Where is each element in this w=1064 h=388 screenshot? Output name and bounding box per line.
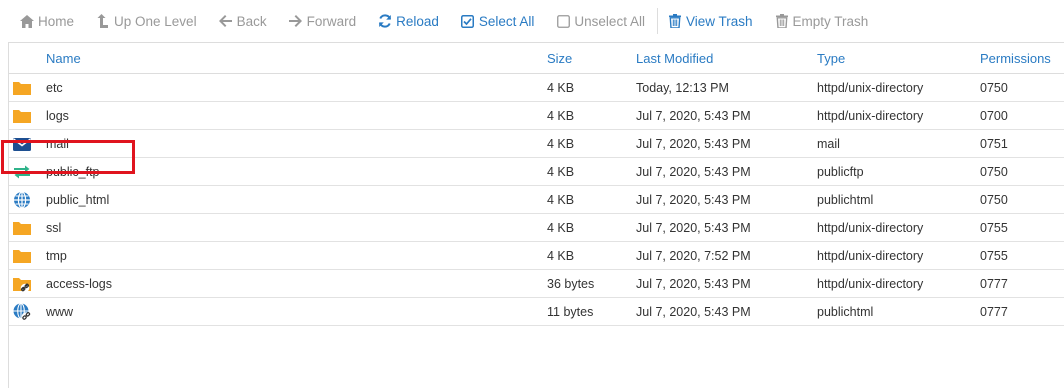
file-name: etc bbox=[46, 81, 63, 95]
home-label: Home bbox=[38, 13, 75, 29]
column-header-size[interactable]: Size bbox=[547, 51, 572, 66]
column-header-type[interactable]: Type bbox=[817, 51, 845, 66]
file-type: publichtml bbox=[817, 193, 874, 207]
globe-icon bbox=[12, 191, 32, 209]
checkbox-checked-icon bbox=[461, 14, 475, 28]
file-permissions[interactable]: 0700 bbox=[980, 109, 1008, 123]
file-last-modified: Jul 7, 2020, 5:43 PM bbox=[636, 305, 751, 319]
forward-button[interactable]: Forward bbox=[289, 9, 357, 33]
trash-icon bbox=[775, 14, 789, 28]
file-last-modified: Jul 7, 2020, 5:43 PM bbox=[636, 109, 751, 123]
file-permissions[interactable]: 0750 bbox=[980, 193, 1008, 207]
file-permissions[interactable]: 0755 bbox=[980, 221, 1008, 235]
file-last-modified: Jul 7, 2020, 5:43 PM bbox=[636, 165, 751, 179]
mail-icon bbox=[12, 135, 32, 153]
file-name: ssl bbox=[46, 221, 62, 235]
up-one-level-button[interactable]: Up One Level bbox=[96, 9, 197, 33]
arrow-left-icon bbox=[219, 14, 233, 28]
file-row[interactable]: access-logs 36 bytes Jul 7, 2020, 5:43 P… bbox=[9, 270, 1064, 298]
file-name: tmp bbox=[46, 249, 67, 263]
file-permissions[interactable]: 0755 bbox=[980, 249, 1008, 263]
file-type: httpd/unix-directory bbox=[817, 249, 924, 263]
forward-label: Forward bbox=[306, 13, 357, 29]
file-permissions[interactable]: 0751 bbox=[980, 137, 1008, 151]
file-last-modified: Jul 7, 2020, 5:43 PM bbox=[636, 221, 751, 235]
file-size: 4 KB bbox=[547, 249, 575, 263]
file-name: public_ftp bbox=[46, 165, 100, 179]
file-permissions[interactable]: 0750 bbox=[980, 165, 1008, 179]
file-type: publichtml bbox=[817, 305, 874, 319]
file-row[interactable]: logs 4 KB Jul 7, 2020, 5:43 PM httpd/uni… bbox=[9, 102, 1064, 130]
unselect-all-label: Unselect All bbox=[574, 13, 645, 29]
empty-trash-button[interactable]: Empty Trash bbox=[775, 9, 869, 33]
file-size: 36 bytes bbox=[547, 277, 595, 291]
file-size: 4 KB bbox=[547, 137, 575, 151]
folder-link-icon bbox=[12, 275, 32, 293]
file-size: 4 KB bbox=[547, 109, 575, 123]
file-last-modified: Jul 7, 2020, 7:52 PM bbox=[636, 249, 751, 263]
home-icon bbox=[20, 14, 34, 28]
file-type: publicftp bbox=[817, 165, 864, 179]
column-header-permissions[interactable]: Permissions bbox=[980, 51, 1051, 66]
file-type: httpd/unix-directory bbox=[817, 221, 924, 235]
file-row[interactable]: mail 4 KB Jul 7, 2020, 5:43 PM mail 0751 bbox=[9, 130, 1064, 158]
arrow-right-icon bbox=[289, 14, 303, 28]
view-trash-button[interactable]: View Trash bbox=[668, 9, 753, 33]
file-name: access-logs bbox=[46, 277, 112, 291]
toolbar-divider bbox=[656, 8, 658, 34]
file-name: www bbox=[46, 305, 74, 319]
refresh-icon bbox=[378, 14, 392, 28]
file-last-modified: Jul 7, 2020, 5:43 PM bbox=[636, 137, 751, 151]
home-button[interactable]: Home bbox=[20, 9, 74, 33]
file-row[interactable]: tmp 4 KB Jul 7, 2020, 7:52 PM httpd/unix… bbox=[9, 242, 1064, 270]
folder-icon bbox=[12, 107, 32, 125]
file-size: 11 bytes bbox=[547, 305, 594, 319]
level-up-icon bbox=[96, 14, 110, 28]
checkbox-empty-icon bbox=[556, 14, 570, 28]
view-trash-label: View Trash bbox=[685, 13, 753, 29]
file-last-modified: Jul 7, 2020, 5:43 PM bbox=[636, 193, 751, 207]
file-name: logs bbox=[46, 109, 69, 123]
file-row[interactable]: public_ftp 4 KB Jul 7, 2020, 5:43 PM pub… bbox=[9, 158, 1064, 186]
column-header-name[interactable]: Name bbox=[46, 51, 81, 66]
file-size: 4 KB bbox=[547, 165, 575, 179]
trash-icon bbox=[668, 14, 682, 28]
file-list: Name Size Last Modified Type Permissions… bbox=[8, 42, 1064, 388]
file-type: httpd/unix-directory bbox=[817, 277, 924, 291]
file-name: mail bbox=[46, 137, 69, 151]
empty-trash-label: Empty Trash bbox=[792, 13, 869, 29]
file-type: httpd/unix-directory bbox=[817, 109, 924, 123]
folder-icon bbox=[12, 79, 32, 97]
file-row[interactable]: www 11 bytes Jul 7, 2020, 5:43 PM public… bbox=[9, 298, 1064, 326]
transfer-arrows-icon bbox=[12, 163, 32, 181]
file-type: httpd/unix-directory bbox=[817, 81, 924, 95]
unselect-all-button[interactable]: Unselect All bbox=[556, 9, 645, 33]
folder-icon bbox=[12, 247, 32, 265]
back-button[interactable]: Back bbox=[219, 9, 267, 33]
file-size: 4 KB bbox=[547, 221, 575, 235]
file-last-modified: Today, 12:13 PM bbox=[636, 81, 729, 95]
file-permissions[interactable]: 0750 bbox=[980, 81, 1008, 95]
toolbar: Home Up One Level Back Forward Reload Se… bbox=[0, 0, 1064, 42]
back-label: Back bbox=[236, 13, 267, 29]
file-name: public_html bbox=[46, 193, 110, 207]
file-size: 4 KB bbox=[547, 81, 575, 95]
file-size: 4 KB bbox=[547, 193, 575, 207]
folder-icon bbox=[12, 219, 32, 237]
reload-label: Reload bbox=[396, 13, 439, 29]
file-row[interactable]: etc 4 KB Today, 12:13 PM httpd/unix-dire… bbox=[9, 74, 1064, 102]
select-all-button[interactable]: Select All bbox=[461, 9, 535, 33]
reload-button[interactable]: Reload bbox=[378, 9, 439, 33]
file-permissions[interactable]: 0777 bbox=[980, 305, 1008, 319]
file-row[interactable]: ssl 4 KB Jul 7, 2020, 5:43 PM httpd/unix… bbox=[9, 214, 1064, 242]
up-one-level-label: Up One Level bbox=[114, 13, 197, 29]
select-all-label: Select All bbox=[478, 13, 535, 29]
column-header-last-modified[interactable]: Last Modified bbox=[636, 51, 713, 66]
file-permissions[interactable]: 0777 bbox=[980, 277, 1008, 291]
file-last-modified: Jul 7, 2020, 5:43 PM bbox=[636, 277, 751, 291]
globe-link-icon bbox=[12, 302, 32, 321]
file-row[interactable]: public_html 4 KB Jul 7, 2020, 5:43 PM pu… bbox=[9, 186, 1064, 214]
file-list-header: Name Size Last Modified Type Permissions bbox=[9, 43, 1064, 74]
file-type: mail bbox=[817, 137, 840, 151]
